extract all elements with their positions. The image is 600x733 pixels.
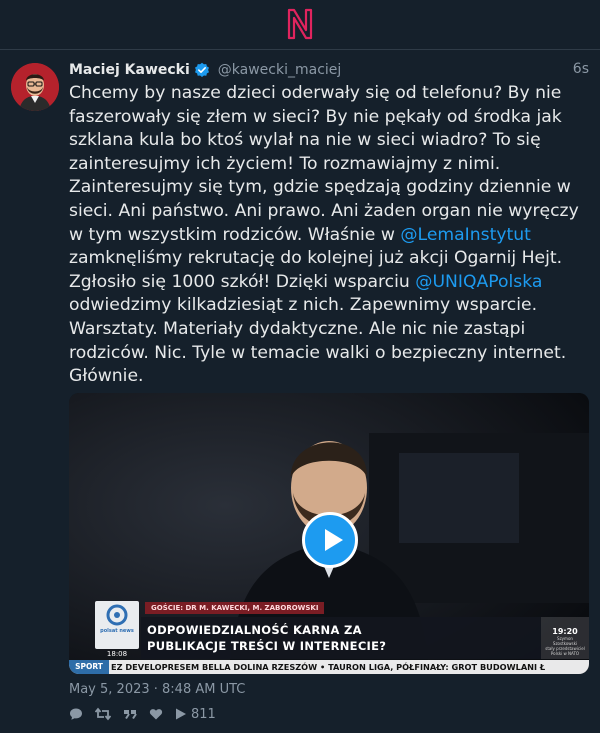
n-logo-icon[interactable]	[286, 8, 314, 40]
ticker-text: EZ DEVELOPRESEM BELLA DOLINA RZESZÓW • T…	[111, 662, 546, 672]
headline-line-2: PUBLIKACJE TREŚCI W INTERNECIE?	[147, 639, 387, 653]
views-count: 811	[191, 706, 216, 722]
clock-subtitle: Polski w NATO	[550, 651, 580, 656]
clock-time: 19:20	[552, 627, 578, 636]
tweet-date[interactable]: May 5, 2023 · 8:48 AM UTC	[69, 682, 245, 697]
headline-box: ODPOWIEDZIALNOŚĆ KARNA ZA PUBLIKACJE TRE…	[141, 617, 541, 659]
channel-logo: polsat news	[95, 601, 139, 649]
author-name[interactable]: Maciej Kawecki	[69, 62, 190, 78]
mention-link-uniqapolska[interactable]: @UNIQAPolska	[415, 272, 542, 292]
news-ticker: SPORT EZ DEVELOPRESEM BELLA DOLINA RZESZ…	[69, 660, 589, 674]
quote-icon	[124, 710, 137, 720]
guests-strip: GOŚCIE: DR M. KAWECKI, M. ZABOROWSKI	[145, 602, 325, 614]
like-icon	[149, 709, 163, 720]
top-bar	[0, 0, 600, 49]
tweet-time[interactable]: 6s	[573, 61, 589, 77]
mention-link-lemainstytut[interactable]: @LemaInstytut	[400, 225, 531, 245]
views-indicator[interactable]: 811	[175, 707, 216, 722]
tweet-text: Chcemy by nasze dzieci oderwały się od t…	[69, 82, 589, 389]
tweet-text-part: odwiedzimy kilkadziesiąt z nich. Zapewni…	[69, 295, 567, 387]
views-icon	[176, 708, 186, 720]
video-player[interactable]: polsat news GOŚCIE: DR M. KAWECKI, M. ZA…	[69, 393, 589, 674]
clock-box: 19:20 Szymon Szostkowski stały przedstaw…	[541, 617, 589, 659]
play-button[interactable]	[302, 512, 358, 568]
retweet-icon	[95, 707, 111, 721]
ticker-tag: SPORT	[69, 660, 109, 674]
like-button[interactable]	[149, 707, 163, 721]
reply-icon	[70, 708, 82, 720]
tweet-actions: 811	[69, 705, 216, 723]
screen-time: 18:08	[106, 650, 128, 658]
author-handle[interactable]: @kawecki_maciej	[218, 62, 342, 78]
tv-lower-third: polsat news GOŚCIE: DR M. KAWECKI, M. ZA…	[69, 598, 589, 674]
tweet-author: Maciej Kawecki @kawecki_maciej	[69, 61, 341, 79]
headline-line-1: ODPOWIEDZIALNOŚĆ KARNA ZA	[147, 623, 362, 637]
verified-badge-icon	[194, 62, 209, 77]
channel-logo-text: polsat news	[100, 628, 134, 634]
header-divider	[0, 49, 600, 50]
avatar[interactable]	[11, 63, 59, 111]
quote-button[interactable]	[123, 707, 137, 721]
retweet-button[interactable]	[95, 707, 111, 721]
tweet-text-part: Chcemy by nasze dzieci oderwały się od t…	[69, 83, 579, 245]
play-icon	[325, 529, 343, 551]
reply-button[interactable]	[69, 707, 83, 721]
